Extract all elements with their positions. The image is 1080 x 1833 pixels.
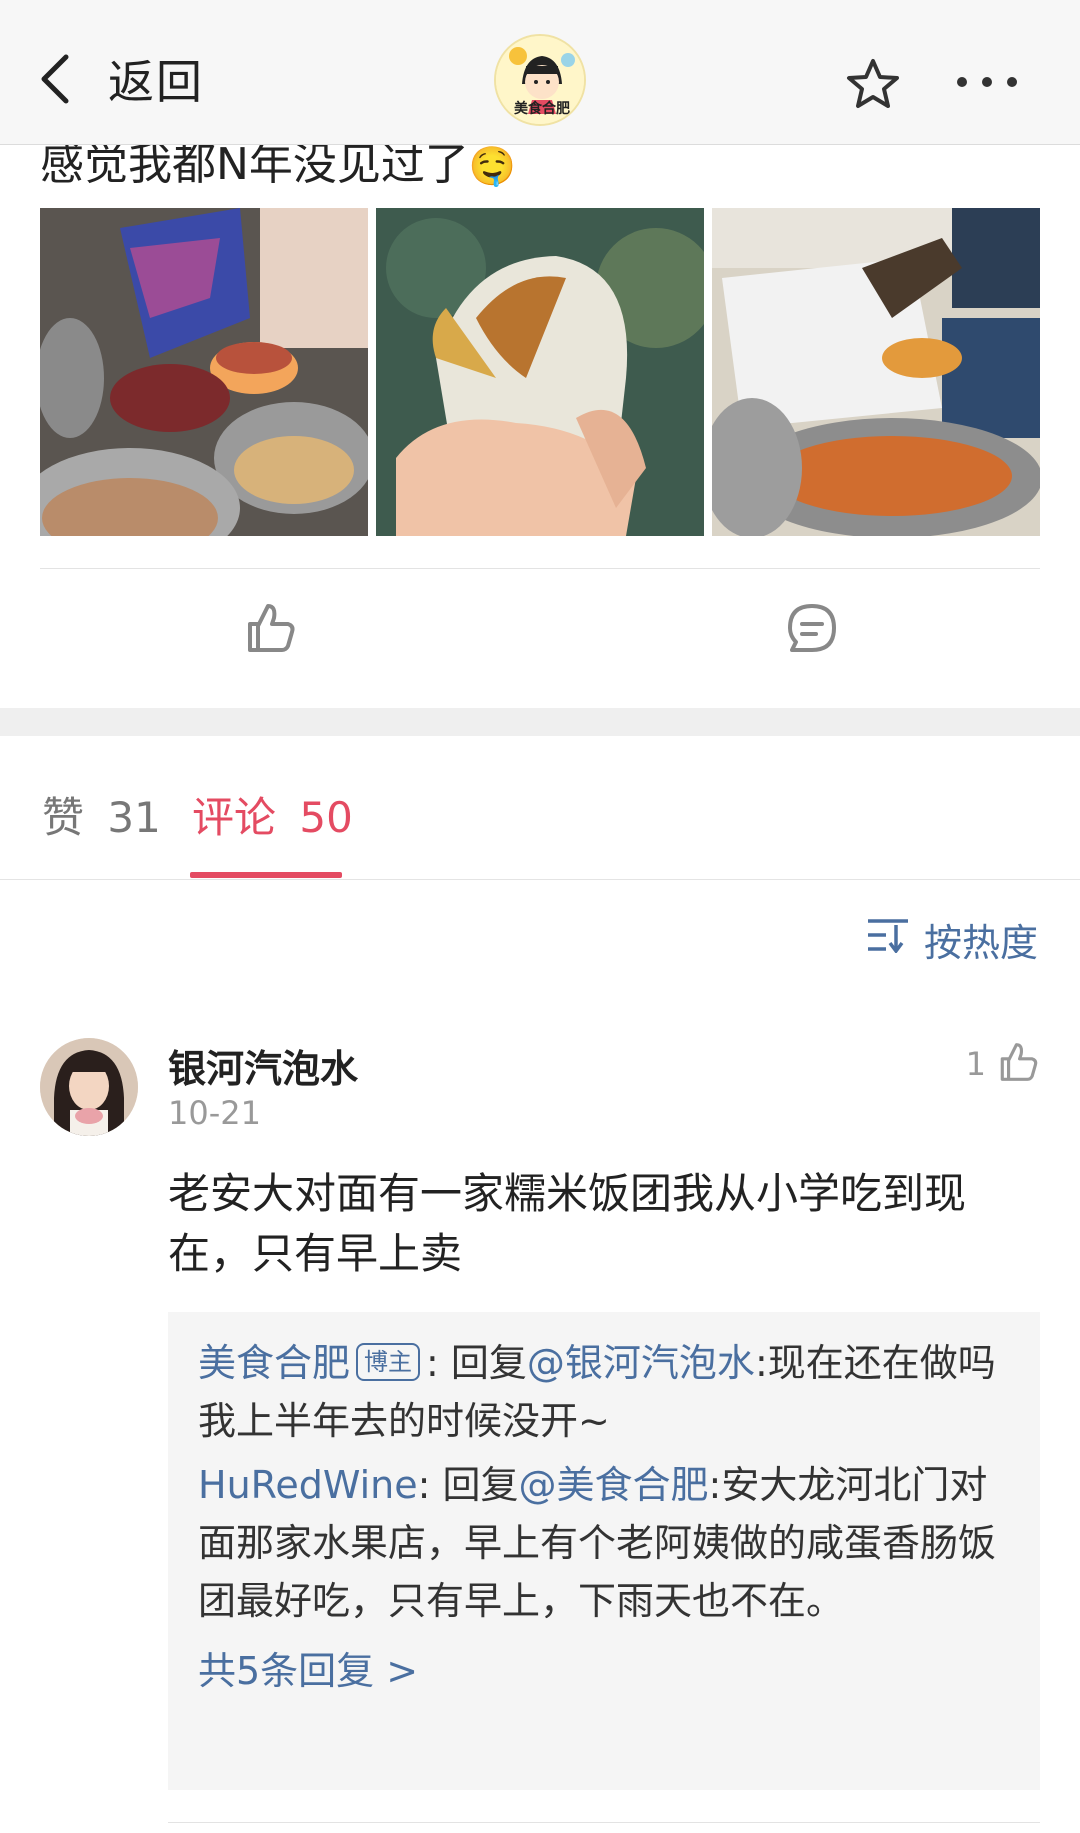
reply-verb: 回复 bbox=[450, 1341, 527, 1385]
tab-bar: 赞 31 评论 50 bbox=[0, 736, 1080, 880]
sort-label: 按热度 bbox=[923, 921, 1038, 965]
reply-item: HuRedWine: 回复@美食合肥:安大龙河北门对面那家水果店，早上有个老阿姨… bbox=[198, 1456, 1010, 1630]
more-button[interactable] bbox=[954, 74, 1020, 94]
sort-button[interactable]: 按热度 bbox=[866, 912, 1038, 967]
reply-separator: : bbox=[417, 1463, 443, 1507]
view-more-replies-link[interactable]: 共5条回复 > bbox=[198, 1640, 418, 1695]
post-photo-2[interactable] bbox=[376, 208, 704, 536]
post-text-body: 感觉我都N年没见过了 bbox=[40, 139, 469, 190]
tab-comments-count: 50 bbox=[299, 793, 353, 842]
replies-box: 美食合肥 博主: 回复@银河汽泡水:现在还在做吗 我上半年去的时候没开~ HuRe… bbox=[168, 1312, 1040, 1790]
post-photo-3[interactable] bbox=[712, 208, 1040, 536]
tab-likes[interactable]: 赞 31 bbox=[42, 784, 161, 845]
back-label: 返回 bbox=[108, 55, 204, 109]
reply-mention[interactable]: @美食合肥 bbox=[519, 1463, 709, 1507]
thumbs-up-icon bbox=[242, 604, 298, 660]
photo-grid bbox=[40, 208, 1040, 536]
author-badge: 博主 bbox=[356, 1343, 421, 1381]
comment-like-count: 1 bbox=[965, 1045, 986, 1083]
reply-verb: 回复 bbox=[442, 1463, 519, 1507]
post-text: 感觉我都N年没见过了🤤 bbox=[40, 138, 516, 193]
comment-bubble-icon bbox=[784, 604, 840, 660]
reply-item: 美食合肥 博主: 回复@银河汽泡水:现在还在做吗 我上半年去的时候没开~ bbox=[198, 1334, 1010, 1450]
tab-comments[interactable]: 评论 50 bbox=[192, 784, 353, 845]
top-nav-bar: 返回 美食合肥 bbox=[0, 0, 1080, 145]
tab-likes-label: 赞 bbox=[42, 793, 85, 842]
comment-divider bbox=[168, 1822, 1040, 1823]
favorite-button[interactable] bbox=[846, 58, 900, 114]
star-icon bbox=[846, 59, 900, 114]
comment-date: 10-21 bbox=[168, 1094, 261, 1132]
author-avatar[interactable]: 美食合肥 bbox=[494, 34, 586, 126]
tab-likes-count: 31 bbox=[107, 793, 161, 842]
section-separator bbox=[0, 708, 1080, 736]
reply-separator: : bbox=[426, 1341, 451, 1385]
reply-author[interactable]: HuRedWine bbox=[198, 1463, 418, 1507]
comment-button[interactable] bbox=[784, 600, 844, 664]
commenter-avatar[interactable] bbox=[40, 1038, 138, 1136]
back-button[interactable]: 返回 bbox=[38, 44, 204, 114]
sort-icon bbox=[866, 917, 924, 962]
comment-like-button[interactable]: 1 bbox=[966, 1040, 1040, 1088]
commenter-name[interactable]: 银河汽泡水 bbox=[168, 1038, 358, 1093]
reply-mention[interactable]: @银河汽泡水 bbox=[527, 1341, 755, 1385]
like-button[interactable] bbox=[242, 600, 302, 664]
comment-text: 老安大对面有一家糯米饭团我从小学吃到现在，只有早上卖 bbox=[168, 1169, 967, 1278]
active-tab-indicator bbox=[190, 872, 342, 878]
more-dots-icon bbox=[954, 75, 1020, 94]
post-divider bbox=[40, 568, 1040, 569]
post-photo-1[interactable] bbox=[40, 208, 368, 536]
avatar-caption: 美食合肥 bbox=[514, 101, 570, 117]
thumbs-up-icon bbox=[996, 1040, 1040, 1088]
reply-author[interactable]: 美食合肥 bbox=[198, 1341, 350, 1385]
tab-comments-label: 评论 bbox=[192, 793, 277, 842]
drool-emoji: 🤤 bbox=[468, 144, 517, 188]
chevron-left-icon bbox=[38, 49, 84, 109]
